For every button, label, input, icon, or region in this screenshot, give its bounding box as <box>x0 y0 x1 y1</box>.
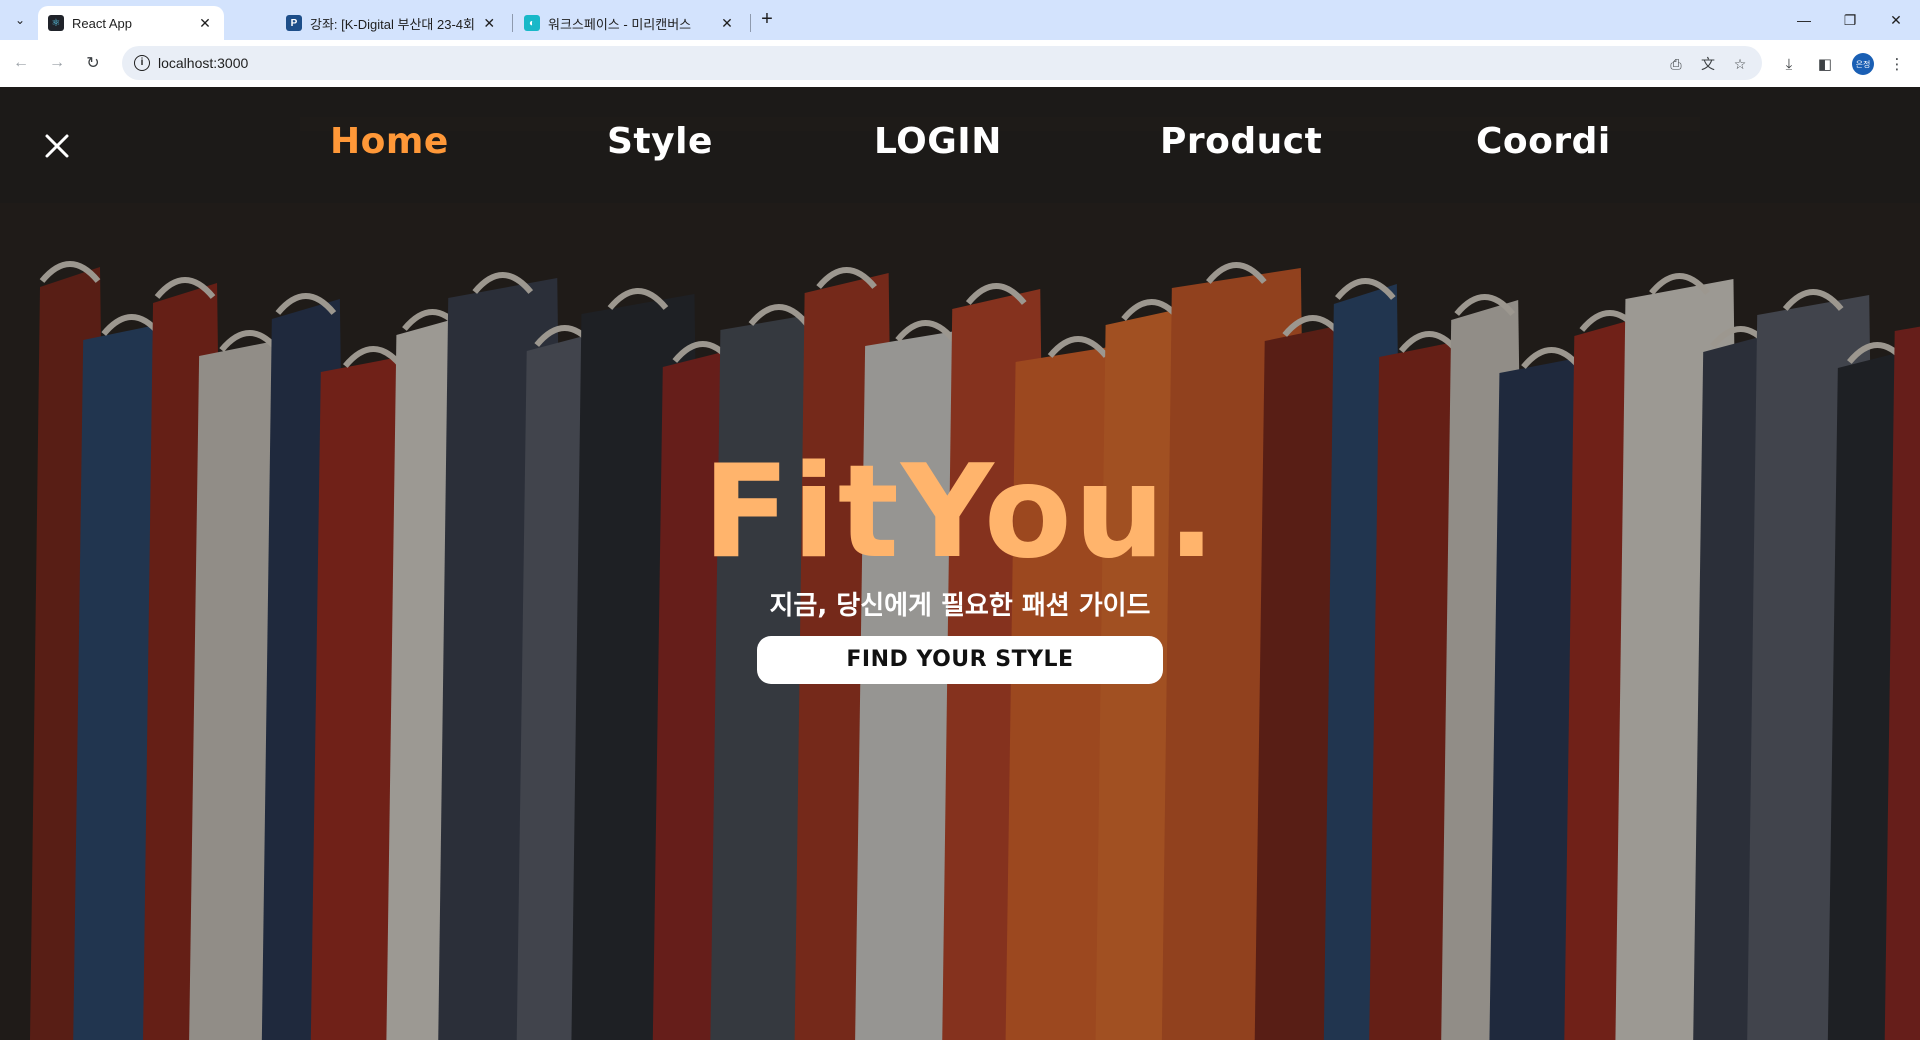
new-tab-plus-icon[interactable]: + <box>756 9 778 31</box>
hero-title: FitYou. <box>702 438 1218 587</box>
miricanvas-favicon-icon: ◐ <box>524 15 540 31</box>
hero-subtitle: 지금, 당신에게 필요한 패션 가이드 <box>769 591 1151 621</box>
tab-search-chevron-icon[interactable]: ⌄ <box>8 8 32 32</box>
tab-miricanvas[interactable]: ◐ 워크스페이스 - 미리캔버스 ✕ <box>514 6 746 40</box>
tab-separator <box>750 14 751 32</box>
nav-style[interactable]: Style <box>607 121 713 162</box>
back-arrow-icon[interactable]: ← <box>8 50 34 76</box>
browser-tabstrip: ⌄ ⚛ React App ✕ P 강좌: [K-Digital 부산대 23-… <box>0 0 1920 40</box>
restore-icon[interactable]: ❐ <box>1836 8 1864 32</box>
nav-product[interactable]: Product <box>1160 121 1322 162</box>
profile-avatar[interactable]: 은정 <box>1852 53 1874 75</box>
tab-close-icon[interactable]: ✕ <box>718 14 736 32</box>
install-app-icon[interactable]: ⎙ <box>1666 54 1686 74</box>
site-info-icon[interactable]: i <box>134 55 150 71</box>
react-favicon-icon: ⚛ <box>48 15 64 31</box>
tab-title: React App <box>72 15 132 31</box>
address-text[interactable]: localhost:3000 <box>158 55 248 71</box>
side-panel-icon[interactable]: ◧ <box>1814 53 1836 75</box>
nav-login[interactable]: LOGIN <box>874 121 1002 162</box>
lms-favicon-icon: P <box>286 15 302 31</box>
tab-close-icon[interactable]: ✕ <box>196 14 214 32</box>
window-close-icon[interactable]: ✕ <box>1882 8 1910 32</box>
hero-section: FitYou. 지금, 당신에게 필요한 패션 가이드 FIND YOUR ST… <box>0 447 1920 684</box>
tab-title: 강좌: [K-Digital 부산대 23-4회] <box>310 16 475 32</box>
nav-home[interactable]: Home <box>330 121 449 162</box>
tab-separator <box>512 14 513 32</box>
site-navbar: Home Style LOGIN Product Coordi <box>0 87 1920 203</box>
minimize-icon[interactable]: — <box>1790 8 1818 32</box>
tab-close-icon[interactable]: ✕ <box>480 14 498 32</box>
address-bar[interactable]: i localhost:3000 ⎙ 文 ☆ <box>122 46 1762 80</box>
reload-icon[interactable]: ↻ <box>80 50 106 76</box>
translate-icon[interactable]: 文 <box>1698 54 1718 74</box>
page-viewport: Home Style LOGIN Product Coordi FitYou. … <box>0 87 1920 1040</box>
tab-react-app[interactable]: ⚛ React App ✕ <box>38 6 224 40</box>
find-your-style-button[interactable]: FIND YOUR STYLE <box>757 636 1163 684</box>
close-icon[interactable] <box>42 131 72 161</box>
tab-lecture[interactable]: P 강좌: [K-Digital 부산대 23-4회] ✕ <box>276 6 508 40</box>
download-icon[interactable]: ⤓ <box>1778 53 1800 75</box>
nav-coordi[interactable]: Coordi <box>1476 121 1611 162</box>
kebab-menu-icon[interactable]: ⋮ <box>1886 53 1908 75</box>
star-icon[interactable]: ☆ <box>1730 54 1750 74</box>
forward-arrow-icon[interactable]: → <box>44 50 70 76</box>
browser-toolbar: ← → ↻ i localhost:3000 ⎙ 文 ☆ ⤓ ◧ 은정 ⋮ <box>0 40 1920 87</box>
tab-title: 워크스페이스 - 미리캔버스 <box>548 16 692 32</box>
